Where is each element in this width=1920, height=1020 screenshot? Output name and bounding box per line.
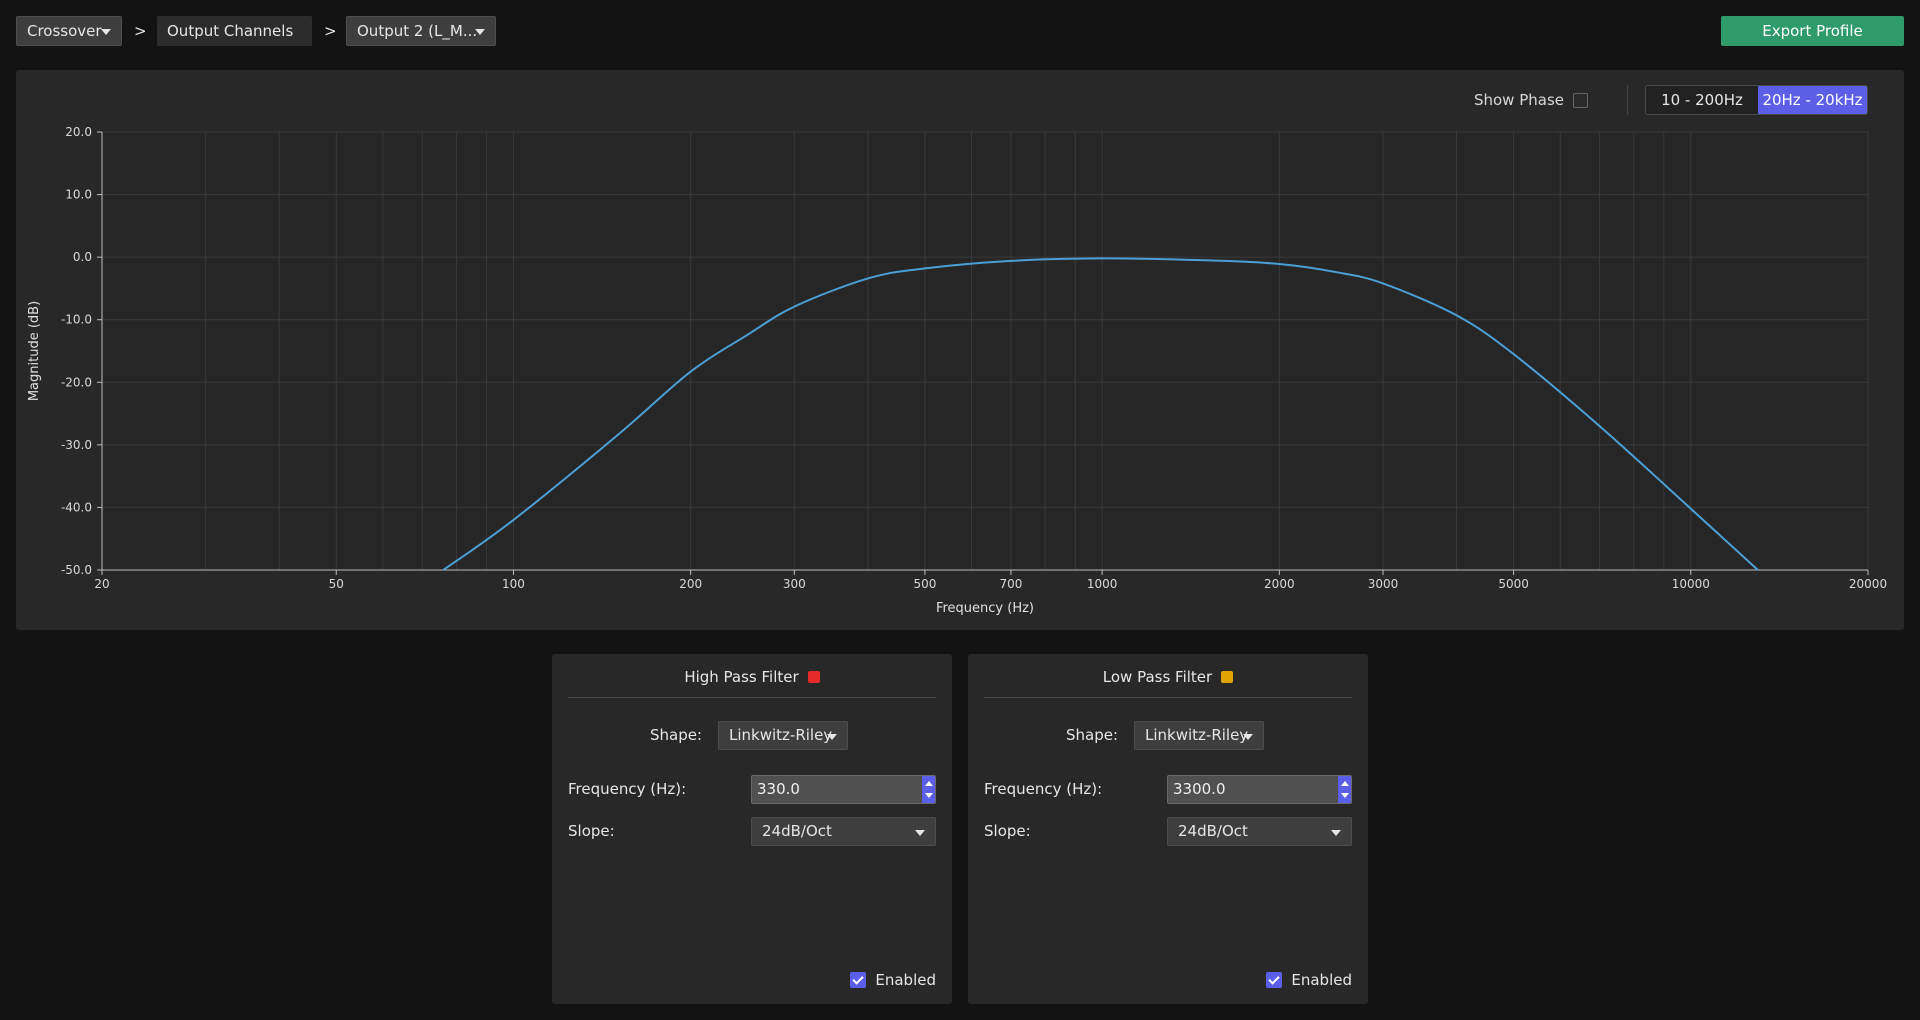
range-toggle: 10 - 200Hz 20Hz - 20kHz [1645, 85, 1868, 115]
mode-dropdown[interactable]: Crossover [16, 16, 122, 46]
low-pass-enabled-label: Enabled [1291, 971, 1352, 989]
low-pass-slope-value: 24dB/Oct [1178, 822, 1248, 840]
shape-label: Shape: [1065, 726, 1118, 744]
high-pass-enabled-label: Enabled [875, 971, 936, 989]
high-pass-frequency-input[interactable]: 330.0 [751, 775, 936, 804]
y-axis-label: Magnitude (dB) [27, 301, 42, 401]
high-pass-shape-dropdown[interactable]: Linkwitz-Riley [718, 721, 848, 750]
low-pass-slope-dropdown[interactable]: 24dB/Oct [1167, 817, 1352, 846]
x-tick-label: 20 [94, 577, 109, 591]
plot-area [102, 132, 1868, 570]
x-tick-label: 300 [783, 577, 806, 591]
x-tick-label: 200 [679, 577, 702, 591]
y-tick-label: 10.0 [65, 188, 92, 202]
low-pass-title-text: Low Pass Filter [1102, 668, 1213, 686]
breadcrumb-separator: > [324, 22, 337, 40]
x-tick-label: 100 [502, 577, 525, 591]
frequency-spinner[interactable] [1338, 776, 1351, 803]
high-pass-slope-dropdown[interactable]: 24dB/Oct [751, 817, 936, 846]
chevron-down-icon [475, 29, 485, 35]
chevron-down-icon [915, 830, 925, 836]
high-pass-frequency-value: 330.0 [757, 780, 800, 798]
low-pass-shape-dropdown[interactable]: Linkwitz-Riley [1134, 721, 1264, 750]
y-tick-label: -40.0 [61, 500, 92, 514]
divider [1627, 85, 1628, 115]
show-phase-label: Show Phase [1473, 91, 1564, 109]
x-tick-label: 1000 [1087, 577, 1118, 591]
y-tick-label: 20.0 [65, 125, 92, 139]
spin-up-icon[interactable] [1341, 781, 1349, 786]
y-tick-label: -20.0 [61, 375, 92, 389]
frequency-label: Frequency (Hz): [984, 780, 1103, 798]
x-tick-label: 500 [913, 577, 936, 591]
x-axis-label: Frequency (Hz) [936, 601, 1034, 616]
spin-down-icon[interactable] [925, 793, 933, 798]
x-tick-label: 3000 [1368, 577, 1399, 591]
high-pass-title-text: High Pass Filter [684, 668, 799, 686]
x-tick-label: 700 [999, 577, 1022, 591]
shape-label: Shape: [649, 726, 702, 744]
low-pass-frequency-value: 3300.0 [1173, 780, 1226, 798]
low-pass-filter-panel: Low Pass Filter Shape: Linkwitz-Riley Fr… [968, 654, 1368, 1004]
spin-up-icon[interactable] [925, 781, 933, 786]
chevron-down-icon [1331, 830, 1341, 836]
low-pass-color-swatch [1221, 671, 1234, 683]
low-pass-title: Low Pass Filter [984, 654, 1352, 698]
breadcrumb-output-channels-label: Output Channels [167, 22, 294, 40]
x-tick-label: 50 [329, 577, 344, 591]
export-profile-button[interactable]: Export Profile [1721, 16, 1904, 46]
top-bar: Crossover > Output Channels > Output 2 (… [16, 16, 1904, 46]
range-20hz-20khz-button[interactable]: 20Hz - 20kHz [1758, 86, 1867, 114]
low-pass-shape-value: Linkwitz-Riley [1145, 726, 1249, 744]
slope-label: Slope: [568, 822, 615, 840]
low-pass-enabled-toggle[interactable]: Enabled [1266, 970, 1352, 990]
high-pass-color-swatch [807, 671, 820, 683]
range-10-200hz-button[interactable]: 10 - 200Hz [1646, 86, 1758, 114]
x-tick-label: 2000 [1264, 577, 1295, 591]
chevron-down-icon [1243, 734, 1253, 740]
frequency-label: Frequency (Hz): [568, 780, 687, 798]
show-phase-checkbox[interactable] [1573, 93, 1588, 108]
frequency-response-chart: 20.0 10.0 0.0 -10.0 -20.0 -30.0 -40.0 -50.020 50… [27, 125, 1887, 616]
slope-label: Slope: [984, 822, 1031, 840]
y-tick-label: -30.0 [61, 438, 92, 452]
high-pass-filter-panel: High Pass Filter Shape: Linkwitz-Riley F… [552, 654, 952, 1004]
channel-dropdown[interactable]: Output 2 (L_M... [346, 16, 496, 46]
breadcrumb-separator: > [134, 22, 147, 40]
x-tick-label: 10000 [1672, 577, 1710, 591]
channel-dropdown-label: Output 2 (L_M... [357, 22, 478, 40]
spin-down-icon[interactable] [1341, 793, 1349, 798]
y-tick-label: -50.0 [61, 563, 92, 577]
frequency-spinner[interactable] [922, 776, 935, 803]
breadcrumb-output-channels[interactable]: Output Channels [157, 16, 312, 46]
checkbox-checked-icon[interactable] [850, 972, 867, 988]
y-tick-label: -10.0 [61, 313, 92, 327]
high-pass-slope-value: 24dB/Oct [762, 822, 832, 840]
high-pass-title: High Pass Filter [568, 654, 936, 698]
high-pass-shape-value: Linkwitz-Riley [729, 726, 833, 744]
high-pass-enabled-toggle[interactable]: Enabled [850, 970, 936, 990]
y-tick-label: 0.0 [73, 250, 92, 264]
x-tick-label: 20000 [1849, 577, 1887, 591]
mode-dropdown-label: Crossover [27, 22, 102, 40]
low-pass-frequency-input[interactable]: 3300.0 [1167, 775, 1352, 804]
chevron-down-icon [827, 734, 837, 740]
x-tick-label: 5000 [1498, 577, 1529, 591]
checkbox-checked-icon[interactable] [1266, 972, 1283, 988]
chevron-down-icon [101, 29, 111, 35]
frequency-response-panel: 20.0 10.0 0.0 -10.0 -20.0 -30.0 -40.0 -50.0 20 50… [16, 70, 1904, 630]
